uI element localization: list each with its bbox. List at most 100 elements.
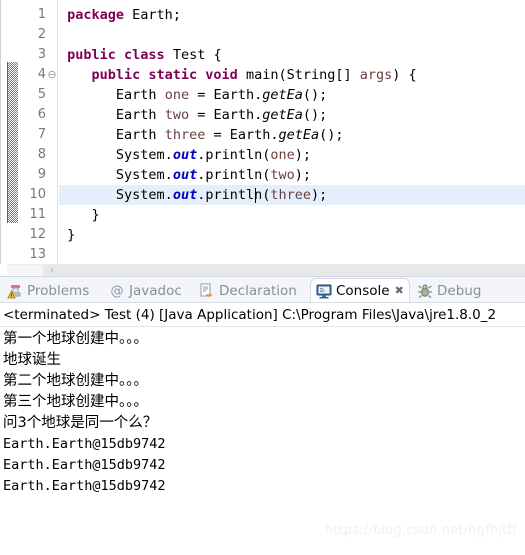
code-line[interactable]: System.out.println(three); [59, 185, 525, 205]
tab-console[interactable]: Console ✖ [310, 278, 410, 303]
code-token: System. [115, 187, 173, 203]
line-number: 11 [29, 207, 46, 222]
code-text-area[interactable]: package Earth; public class Test { publi… [59, 0, 525, 264]
tab-debug[interactable]: Debug [412, 278, 486, 303]
code-token: ); [294, 147, 312, 163]
code-token: three [270, 187, 311, 203]
console-output-line: 第二个地球创建中。。。 [3, 373, 148, 389]
java-source-editor[interactable]: 1 2 3 4 ⊖ 5 6 7 8 9 10 11 12 13 package Earth; public… [0, 0, 525, 276]
code-token: ) { [392, 67, 417, 83]
code-line[interactable]: Earth one = Earth.getEa(); [59, 85, 525, 105]
tab-label: Javadoc [129, 282, 182, 299]
code-token: .println( [197, 147, 271, 163]
code-token: } [67, 227, 76, 243]
code-token: public static void [91, 67, 238, 83]
code-token: getEa [262, 107, 303, 123]
view-tab-bar[interactable]: Problems @ Javadoc Declaration Console ✖ Debug [0, 276, 525, 303]
watermark-text: https://blog.csdn.net/hgfhjtff [324, 523, 517, 538]
code-line[interactable]: public class Test { [59, 45, 525, 65]
line-number: 9 [37, 167, 46, 182]
line-number: 4 [37, 67, 46, 82]
code-token: .println( [197, 187, 271, 203]
code-token: getEa [278, 127, 320, 143]
code-token: Earth [115, 87, 165, 103]
editor-horizontal-scrollbar[interactable]: ‹ [7, 264, 525, 276]
line-number: 7 [37, 127, 46, 142]
code-token: args [359, 67, 393, 83]
code-token: out [172, 187, 198, 203]
tab-label: Debug [437, 282, 482, 299]
code-token: one [164, 87, 190, 103]
code-token: .println( [197, 167, 271, 183]
code-line[interactable]: Earth three = Earth.getEa(); [59, 125, 525, 145]
code-token: System. [115, 167, 173, 183]
code-token: Earth [115, 127, 165, 143]
tab-label: Declaration [219, 282, 297, 299]
code-token: = Earth. [189, 87, 263, 103]
line-number: 3 [37, 47, 46, 62]
tab-label: Console [336, 283, 390, 299]
code-token: out [172, 147, 198, 163]
code-token: Earth; [124, 7, 181, 23]
code-token: Earth [115, 107, 165, 123]
close-icon[interactable]: ✖ [395, 283, 404, 299]
fold-collapse-icon[interactable]: ⊖ [47, 65, 57, 85]
code-line[interactable]: } [59, 225, 525, 245]
console-output-line: 第一个地球创建中。。。 [3, 331, 148, 347]
code-line[interactable]: public static void main(String[] args) { [59, 65, 525, 85]
code-token: System. [115, 147, 173, 163]
code-token: Test { [164, 47, 222, 63]
code-line[interactable]: System.out.println(one); [59, 145, 525, 165]
declaration-icon [199, 283, 215, 299]
code-line[interactable]: package Earth; [59, 5, 525, 25]
tab-javadoc[interactable]: @ Javadoc [104, 278, 187, 303]
console-output-line: 第三个地球创建中。。。 [3, 394, 148, 410]
debug-icon [417, 283, 433, 299]
line-number: 12 [29, 227, 46, 242]
code-token: two [164, 107, 190, 123]
editor-hscroll-thumb[interactable] [43, 265, 525, 276]
code-token: = Earth. [205, 127, 279, 143]
line-number: 10 [29, 187, 46, 202]
tab-declaration[interactable]: Declaration [194, 278, 302, 303]
code-token: getEa [262, 87, 303, 103]
code-line[interactable] [59, 25, 525, 45]
javadoc-icon: @ [109, 283, 125, 299]
tab-label: Problems [27, 282, 90, 299]
code-token: ); [311, 187, 328, 203]
svg-text:@: @ [111, 284, 124, 299]
code-token: out [172, 167, 198, 183]
code-line[interactable]: Earth two = Earth.getEa(); [59, 105, 525, 125]
code-token: main(String[] [237, 67, 360, 83]
code-line[interactable]: System.out.println(two); [59, 165, 525, 185]
line-number-gutter: 1 2 3 4 ⊖ 5 6 7 8 9 10 11 12 13 [18, 0, 58, 264]
tab-problems[interactable]: Problems [2, 278, 94, 303]
problems-icon [7, 283, 23, 299]
editor-left-margin [0, 0, 7, 264]
code-token: (); [319, 127, 344, 143]
code-line[interactable] [59, 245, 525, 264]
code-token: } [91, 207, 100, 223]
code-token: (); [302, 107, 328, 123]
console-separator [0, 326, 525, 327]
line-number: 2 [37, 27, 46, 42]
console-output-line: Earth.Earth@15db9742 [3, 436, 166, 452]
code-token: ); [294, 167, 312, 183]
code-token: package [67, 7, 125, 23]
code-token: three [164, 127, 206, 143]
console-view[interactable]: <terminated> Test (4) [Java Application]… [0, 302, 525, 555]
code-token: = Earth. [189, 107, 263, 123]
code-line[interactable]: } [59, 205, 525, 225]
code-token: (); [302, 87, 328, 103]
console-output-line: 地球诞生 [3, 352, 61, 368]
